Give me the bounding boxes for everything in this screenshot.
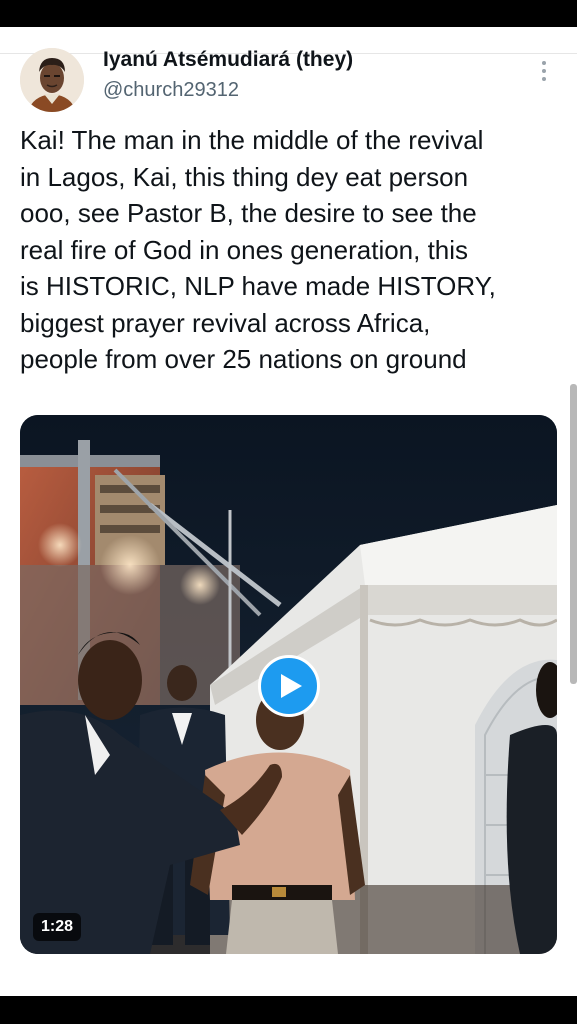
post-text-line: Kai! The man in the middle of the reviva… <box>20 125 484 155</box>
post-text-line: is HISTORIC, NLP have made HISTORY, <box>20 271 496 301</box>
post-text-line: people from over 25 nations on ground <box>20 344 467 374</box>
post-text-line: real fire of God in ones generation, thi… <box>20 234 469 265</box>
post-text-line: biggest prayer revival across Africa, <box>20 307 431 338</box>
bottom-black-bar <box>0 996 577 1024</box>
video-player[interactable]: 1:28 <box>20 415 557 954</box>
author-name[interactable]: Iyanú Atsémudiará (they) <box>103 48 353 72</box>
more-options-icon[interactable] <box>537 57 551 87</box>
top-black-bar <box>0 0 577 27</box>
post-text-line: ooo, see Pastor B, the desire to see the <box>20 198 477 228</box>
post-text: Kai! The man in the middle of the reviva… <box>20 122 560 378</box>
avatar[interactable] <box>20 48 84 112</box>
post-text-line: in Lagos, Kai, this thing dey eat person <box>20 161 469 192</box>
author-handle[interactable]: @church29312 <box>103 79 239 102</box>
video-duration-badge: 1:28 <box>33 913 82 941</box>
play-button[interactable] <box>258 655 320 717</box>
scrollbar[interactable] <box>570 384 577 684</box>
play-icon <box>281 674 302 698</box>
